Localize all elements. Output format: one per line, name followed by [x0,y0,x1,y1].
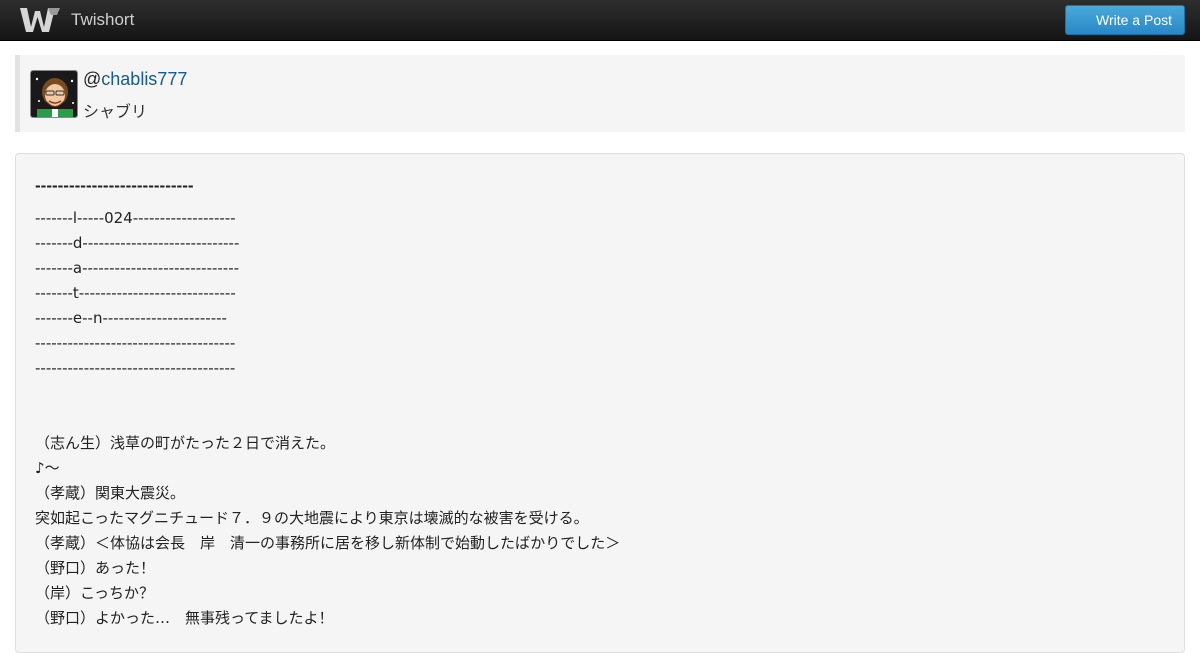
post-body: -------l-----024------------------- ----… [35,206,1165,631]
at-sign: @ [83,69,102,89]
user-card: @chablis777 シャブリ [15,55,1185,132]
post-line [35,406,1165,431]
user-handle-link[interactable]: chablis777 [101,69,187,89]
post-line: （野口）よかった… 無事残ってましたよ！ [35,609,334,627]
brand-name: Twishort [71,10,135,29]
post-line: ♪～ [35,459,60,477]
twishort-logo-icon [20,8,60,32]
post-line: （志ん生）浅草の町がたった２日で消えた。 [35,434,336,452]
post-content-box: ---------------------------- -------l---… [15,153,1185,653]
post-line: -------d----------------------------- [35,234,240,252]
post-line: -------t----------------------------- [35,284,236,302]
post-line: 突如起こったマグニチュード７．９の大地震により東京は壊滅的な被害を受ける。 [35,509,589,527]
post-line: ------------------------------------- [35,359,236,377]
post-line: （孝蔵）＜体協は会長 岸 清一の事務所に居を移し新体制で始動したばかりでした＞ [35,534,621,552]
post-line [35,381,1165,406]
user-display-name: シャブリ [83,102,148,121]
post-line: -------e--n----------------------- [35,309,227,327]
post-line: ------------------------------------- [35,334,236,352]
write-post-button[interactable]: Write a Post [1065,5,1185,35]
post-line: （岸）こっちか？ [35,584,154,602]
post-title: ---------------------------- [35,176,194,195]
top-navbar: Twishort Write a Post [0,0,1200,41]
user-avatar-icon [31,71,77,117]
brand-link[interactable]: Twishort [18,4,134,36]
avatar[interactable] [30,70,78,118]
user-handle: @chablis777 [83,69,187,90]
post-line: -------l-----024------------------- [35,209,236,227]
post-line: （野口）あった！ [35,559,156,577]
post-line: -------a----------------------------- [35,259,240,277]
post-line: （孝蔵）関東大震災。 [35,484,186,502]
